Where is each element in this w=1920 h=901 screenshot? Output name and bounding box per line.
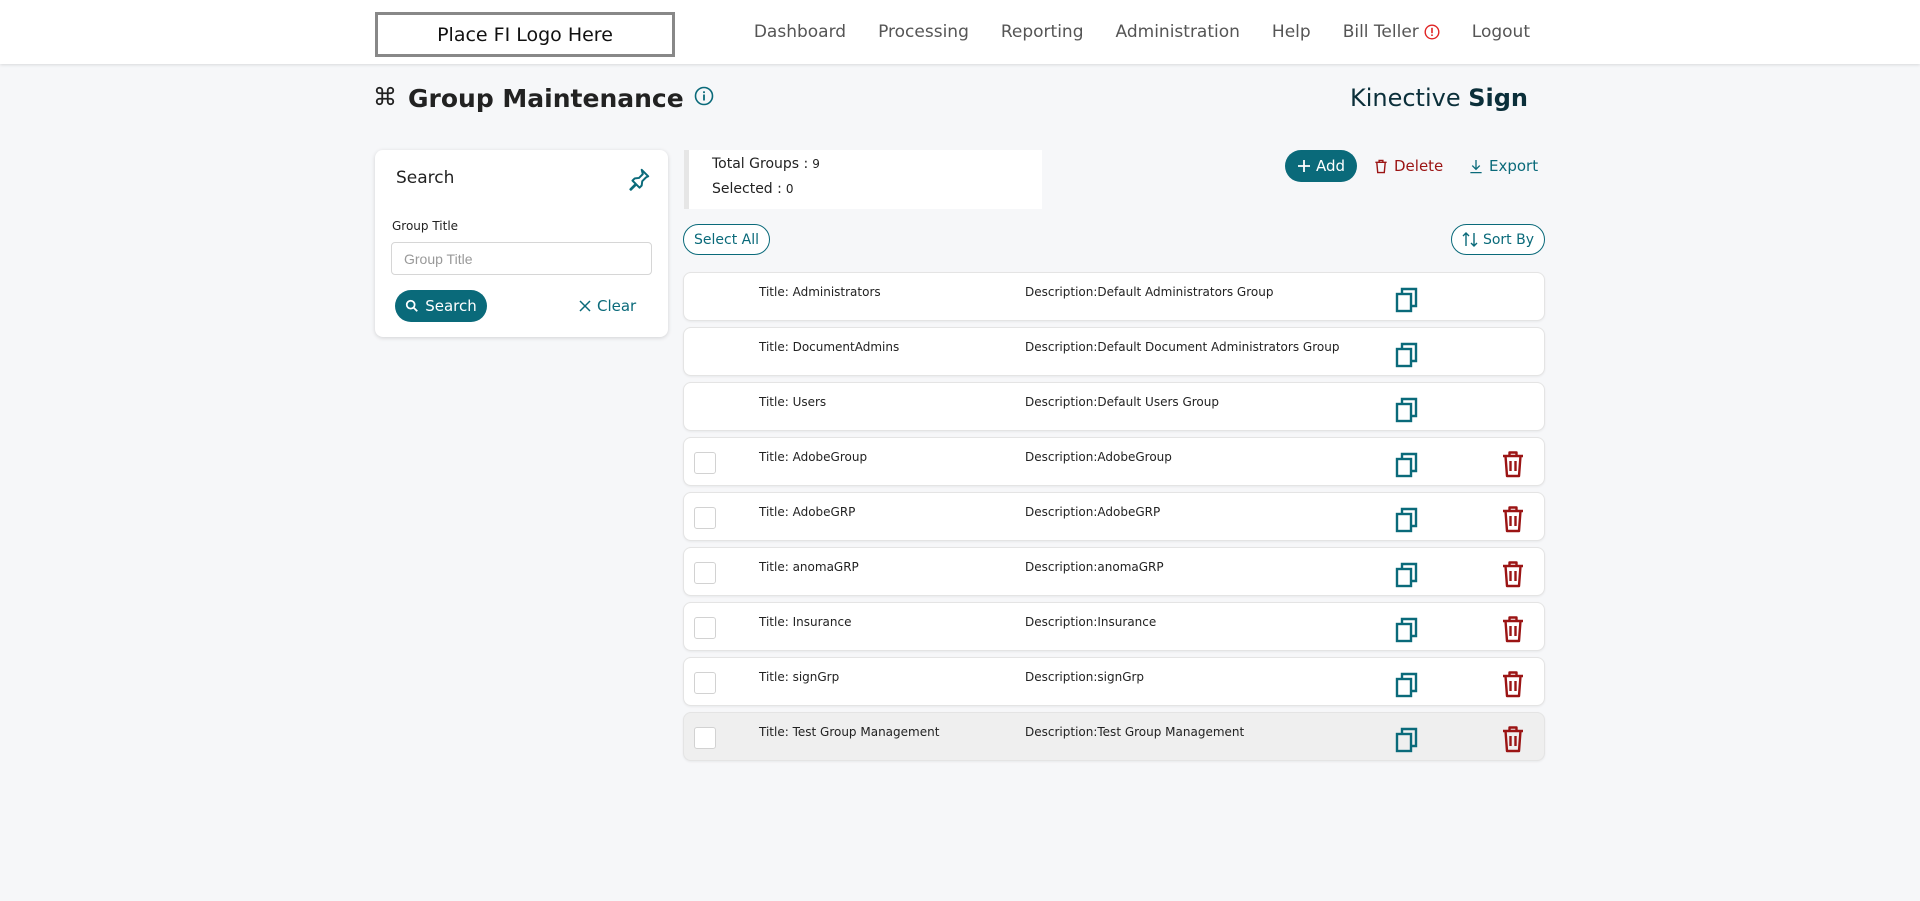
trash-icon[interactable] (1502, 616, 1524, 647)
search-button-label: Search (425, 297, 477, 315)
group-title: Title: DocumentAdmins (759, 340, 900, 354)
delete-button[interactable]: Delete (1374, 150, 1443, 182)
nav-reporting[interactable]: Reporting (1001, 22, 1084, 42)
group-list: Title: Administrators Description:Default… (683, 272, 1545, 767)
nav-help[interactable]: Help (1272, 22, 1311, 42)
group-row[interactable]: Title: AdobeGRP Description:AdobeGRP (683, 492, 1545, 541)
brand-logo: Kinective Sign (1350, 84, 1528, 112)
alert-icon (1424, 24, 1440, 40)
group-row[interactable]: Title: AdobeGroup Description:AdobeGroup (683, 437, 1545, 486)
group-row[interactable]: Title: DocumentAdmins Description:Default… (683, 327, 1545, 376)
search-panel-title: Search (396, 168, 455, 188)
row-checkbox[interactable] (694, 507, 716, 529)
group-row[interactable]: Title: Administrators Description:Default… (683, 272, 1545, 321)
add-button[interactable]: Add (1285, 150, 1357, 182)
row-checkbox[interactable] (694, 617, 716, 639)
export-button[interactable]: Export (1469, 150, 1538, 182)
group-description: Description:signGrp (1025, 670, 1145, 684)
trash-icon[interactable] (1502, 671, 1524, 702)
export-button-label: Export (1489, 157, 1539, 175)
nav-administration[interactable]: Administration (1116, 22, 1240, 42)
sort-by-label: Sort By (1482, 231, 1535, 248)
copy-icon[interactable] (1394, 616, 1420, 648)
row-checkbox[interactable] (694, 672, 716, 694)
add-button-label: Add (1315, 157, 1346, 175)
group-description: Description:Default Document Administrat… (1025, 340, 1340, 354)
trash-icon[interactable] (1502, 451, 1524, 482)
group-title-label: Group Title (392, 219, 459, 233)
trash-icon[interactable] (1502, 726, 1524, 757)
group-title: Title: Administrators (759, 285, 881, 299)
group-title: Title: Insurance (759, 615, 852, 629)
trash-icon[interactable] (1502, 506, 1524, 537)
group-title: Title: signGrp (759, 670, 840, 684)
row-checkbox[interactable] (694, 452, 716, 474)
copy-icon[interactable] (1394, 286, 1420, 318)
fi-logo-placeholder[interactable]: Place FI Logo Here (375, 12, 675, 57)
sort-by-button[interactable]: Sort By (1451, 224, 1545, 255)
selected-count: Selected :0 (712, 181, 794, 197)
trash-icon[interactable] (1502, 561, 1524, 592)
group-row[interactable]: Title: anomaGRP Description:anomaGRP (683, 547, 1545, 596)
group-description: Description:Test Group Management (1025, 725, 1245, 739)
select-all-button[interactable]: Select All (683, 224, 770, 255)
copy-icon[interactable] (1394, 396, 1420, 428)
nav-user-menu[interactable]: Bill Teller (1343, 22, 1440, 42)
group-title: Title: Users (759, 395, 827, 409)
group-title: Title: AdobeGRP (759, 505, 856, 519)
group-row[interactable]: Title: Users Description:Default Users Gr… (683, 382, 1545, 431)
page-title-row: Group Maintenance (374, 82, 714, 114)
top-bar: Place FI Logo Here Dashboard Processing … (0, 0, 1920, 64)
group-description: Description:Insurance (1025, 615, 1157, 629)
total-groups-value: 9 (812, 157, 820, 171)
group-row[interactable]: Title: Insurance Description:Insurance (683, 602, 1545, 651)
group-title: Title: Test Group Management (759, 725, 940, 739)
group-description: Description:Default Administrators Group (1025, 285, 1274, 299)
copy-icon[interactable] (1394, 341, 1420, 373)
group-description: Description:AdobeGroup (1025, 450, 1172, 464)
user-name: Bill Teller (1342, 22, 1419, 42)
main-nav: Dashboard Processing Reporting Administr… (722, 0, 1530, 64)
group-row[interactable]: Title: Test Group Management Description:… (683, 712, 1545, 761)
row-checkbox[interactable] (694, 562, 716, 584)
clear-button-label: Clear (597, 297, 637, 315)
command-icon (374, 85, 396, 111)
selected-label: Selected : (712, 181, 782, 197)
group-title-input[interactable] (391, 242, 652, 275)
group-row[interactable]: Title: signGrp Description:signGrp (683, 657, 1545, 706)
row-checkbox[interactable] (694, 727, 716, 749)
copy-icon[interactable] (1394, 726, 1420, 758)
copy-icon[interactable] (1394, 561, 1420, 593)
group-description: Description:AdobeGRP (1025, 505, 1161, 519)
selected-value: 0 (785, 182, 794, 196)
group-description: Description:anomaGRP (1025, 560, 1164, 574)
search-button[interactable]: Search (395, 290, 487, 322)
group-description: Description:Default Users Group (1025, 395, 1219, 409)
search-panel: Search Group Title Search Clear (375, 150, 668, 337)
nav-logout[interactable]: Logout (1472, 22, 1530, 42)
nav-dashboard[interactable]: Dashboard (754, 22, 846, 42)
copy-icon[interactable] (1394, 506, 1420, 538)
copy-icon[interactable] (1394, 451, 1420, 483)
total-groups-label: Total Groups : (712, 156, 809, 172)
summary-box: Total Groups :9 Selected :0 (684, 150, 1042, 209)
brand-light: Kinective (1349, 84, 1461, 112)
pin-icon[interactable] (626, 166, 652, 196)
group-title: Title: AdobeGroup (759, 450, 868, 464)
nav-processing[interactable]: Processing (878, 22, 969, 42)
delete-button-label: Delete (1394, 157, 1444, 175)
group-title: Title: anomaGRP (759, 560, 859, 574)
info-icon[interactable] (694, 86, 714, 110)
page-title: Group Maintenance (408, 83, 684, 113)
clear-button[interactable]: Clear (579, 290, 636, 322)
total-groups: Total Groups :9 (712, 156, 820, 172)
brand-bold: Sign (1468, 84, 1528, 112)
copy-icon[interactable] (1394, 671, 1420, 703)
